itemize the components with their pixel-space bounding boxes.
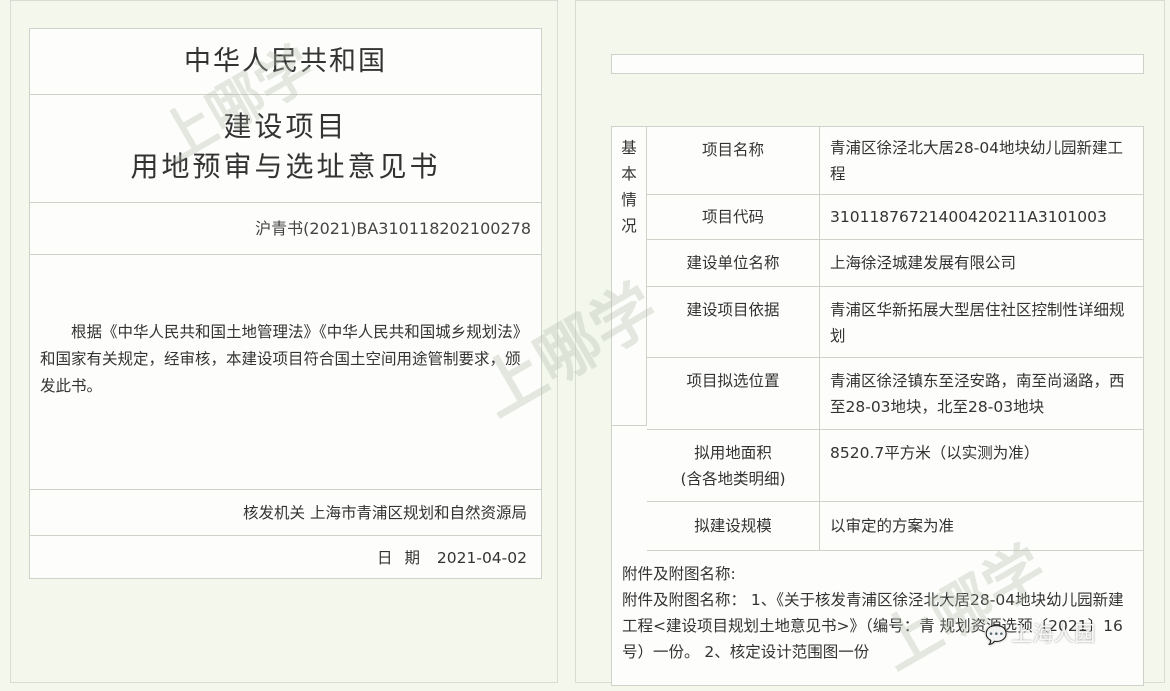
- title-line-2: 用地预审与选址意见书: [130, 150, 441, 183]
- date-label: 日期: [376, 549, 432, 567]
- certificate-cover: 中华人民共和国 建设项目 用地预审与选址意见书 沪青书(2021)BA31011…: [29, 28, 542, 579]
- country-name: 中华人民共和国: [184, 46, 387, 77]
- label-scale: 拟建设规模: [647, 502, 820, 551]
- corner-watermark: 💬 上海人园: [985, 618, 1095, 648]
- value-scale: 以审定的方案为准: [820, 502, 1143, 551]
- label-project-code: 项目代码: [647, 195, 820, 240]
- right-page: 基本情况 项目名称 青浦区徐泾北大居28-04地块幼儿园新建工程 项目代码 31…: [575, 0, 1165, 686]
- value-project-name: 青浦区徐泾北大居28-04地块幼儿园新建工程: [820, 127, 1143, 195]
- issuer-row: 核发机关 上海市青浦区规划和自然资源局: [30, 490, 541, 536]
- header-strip: [611, 54, 1144, 74]
- label-area: 拟用地面积 (含各地类明细): [647, 430, 820, 502]
- doc-number: 沪青书(2021)BA310118202100278: [255, 219, 531, 238]
- issuer-name: 上海市青浦区规划和自然资源局: [309, 504, 527, 522]
- doc-number-row: 沪青书(2021)BA310118202100278: [30, 203, 541, 255]
- body-text: 根据《中华人民共和国土地管理法》《中华人民共和国城乡规划法》和国家有关规定，经审…: [40, 323, 529, 395]
- issue-date: 日期 2021-04-02: [30, 536, 541, 580]
- value-builder: 上海徐泾城建发展有限公司: [820, 240, 1143, 287]
- basic-info-label: 基本情况: [612, 127, 647, 426]
- issuer: 核发机关 上海市青浦区规划和自然资源局: [30, 490, 541, 536]
- corner-watermark-text: 上海人园: [1011, 622, 1096, 646]
- issuer-label: 核发机关: [243, 504, 306, 522]
- label-project-name: 项目名称: [647, 127, 820, 195]
- country-row: 中华人民共和国: [30, 29, 541, 95]
- title-row: 建设项目 用地预审与选址意见书: [30, 95, 541, 203]
- title-line-1: 建设项目: [223, 110, 348, 143]
- chat-bubble-icon: 💬: [985, 625, 1008, 646]
- date-row: 日期 2021-04-02: [30, 536, 541, 580]
- value-basis: 青浦区华新拓展大型居住社区控制性详细规划: [820, 287, 1143, 358]
- date-value: 2021-04-02: [436, 549, 527, 567]
- label-basis: 建设项目依据: [647, 287, 820, 358]
- value-project-code: 310118767214004202​11A3101003: [820, 195, 1143, 240]
- label-location: 项目拟选位置: [647, 358, 820, 430]
- value-area: 8520.7平方米（以实测为准）: [820, 430, 1143, 502]
- left-page: 中华人民共和国 建设项目 用地预审与选址意见书 沪青书(2021)BA31011…: [10, 0, 558, 683]
- attachments-heading: 附件及附图名称:: [622, 565, 736, 583]
- value-location: 青浦区徐泾镇东至泾安路，南至尚涵路，西至28-03地块，北至28-03地块: [820, 358, 1143, 430]
- label-builder: 建设单位名称: [647, 240, 820, 287]
- body-row: 根据《中华人民共和国土地管理法》《中华人民共和国城乡规划法》和国家有关规定，经审…: [30, 255, 541, 490]
- basic-info-table: 基本情况 项目名称 青浦区徐泾北大居28-04地块幼儿园新建工程 项目代码 31…: [611, 126, 1144, 686]
- basic-info-label-text: 基本情况: [621, 139, 637, 235]
